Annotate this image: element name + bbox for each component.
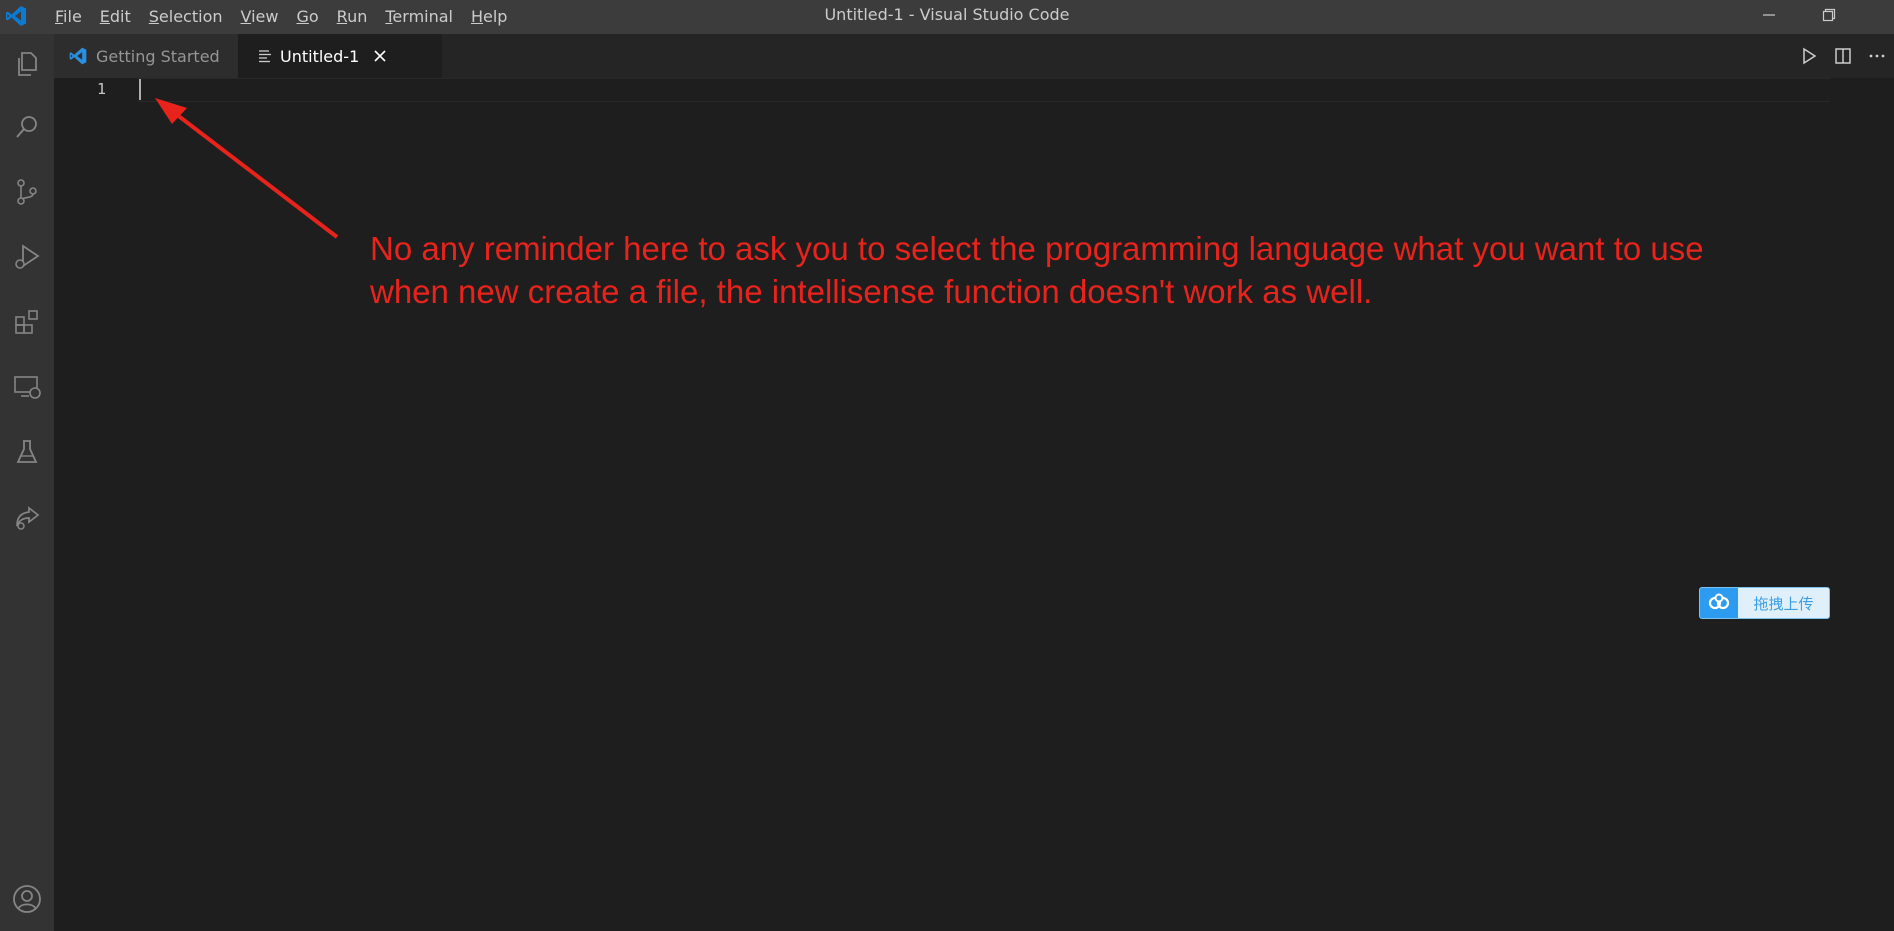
- run-debug-icon: [15, 244, 40, 269]
- testing-button[interactable]: [7, 432, 47, 472]
- menu-terminal[interactable]: Terminal: [376, 0, 462, 34]
- extensions-button[interactable]: [7, 302, 47, 342]
- menu-bar: File Edit Selection View Go Run Terminal…: [46, 0, 516, 34]
- current-line-highlight: [138, 78, 1830, 102]
- title-bar: File Edit Selection View Go Run Terminal…: [0, 0, 1894, 34]
- split-editor-icon: [1835, 48, 1851, 64]
- menu-help[interactable]: Help: [462, 0, 516, 34]
- restore-button[interactable]: [1804, 0, 1854, 30]
- tab-label: Getting Started: [96, 46, 220, 66]
- menu-selection[interactable]: Selection: [140, 0, 232, 34]
- play-icon: [1803, 47, 1817, 65]
- run-debug-button[interactable]: [7, 237, 47, 277]
- search-button[interactable]: [7, 107, 47, 147]
- source-control-button[interactable]: [7, 172, 47, 212]
- account-icon: [13, 885, 41, 913]
- flask-icon: [16, 440, 38, 463]
- menu-file[interactable]: File: [46, 0, 91, 34]
- run-button[interactable]: [1792, 34, 1826, 78]
- upload-label: 拖拽上传: [1753, 594, 1814, 613]
- annotation-text: No any reminder here to ask you to selec…: [370, 227, 1890, 313]
- text-file-icon: [258, 49, 272, 63]
- text-cursor: [139, 79, 141, 100]
- menu-go[interactable]: Go: [287, 0, 327, 34]
- tab-untitled-1[interactable]: Untitled-1: [238, 34, 442, 78]
- minimize-icon: [1763, 14, 1775, 16]
- menu-run[interactable]: Run: [328, 0, 377, 34]
- cloud-icon: [1700, 588, 1738, 618]
- accounts-button[interactable]: [7, 879, 47, 919]
- split-editor-button[interactable]: [1826, 34, 1860, 78]
- annotation-line-2: when new create a file, the intellisense…: [370, 273, 1373, 310]
- remote-explorer-button[interactable]: [7, 367, 47, 407]
- menu-view[interactable]: View: [232, 0, 288, 34]
- activity-bar: [0, 34, 54, 931]
- annotation-line-1: No any reminder here to ask you to selec…: [370, 230, 1704, 267]
- editor-area[interactable]: 1: [54, 78, 1894, 931]
- ellipsis-icon: [1869, 54, 1885, 58]
- more-actions-button[interactable]: [1860, 34, 1894, 78]
- minimize-button[interactable]: [1744, 0, 1794, 30]
- tab-bar: Getting Started Untitled-1: [54, 34, 1894, 78]
- live-share-button[interactable]: [7, 497, 47, 537]
- vscode-logo-icon: [6, 6, 26, 26]
- source-control-icon: [17, 179, 37, 205]
- line-number: 1: [96, 80, 106, 98]
- extensions-icon: [15, 310, 38, 334]
- close-icon[interactable]: [373, 49, 387, 63]
- drag-upload-widget[interactable]: 拖拽上传: [1699, 587, 1830, 619]
- menu-edit[interactable]: Edit: [91, 0, 140, 34]
- vscode-tab-icon: [68, 46, 88, 66]
- files-icon: [18, 52, 37, 76]
- restore-icon: [1822, 8, 1836, 22]
- remote-explorer-icon: [14, 376, 41, 399]
- tab-getting-started[interactable]: Getting Started: [54, 34, 238, 78]
- live-share-icon: [16, 506, 40, 530]
- search-icon: [16, 116, 37, 138]
- editor-actions: [1792, 34, 1894, 78]
- tab-label: Untitled-1: [280, 46, 360, 66]
- explorer-button[interactable]: [7, 44, 47, 84]
